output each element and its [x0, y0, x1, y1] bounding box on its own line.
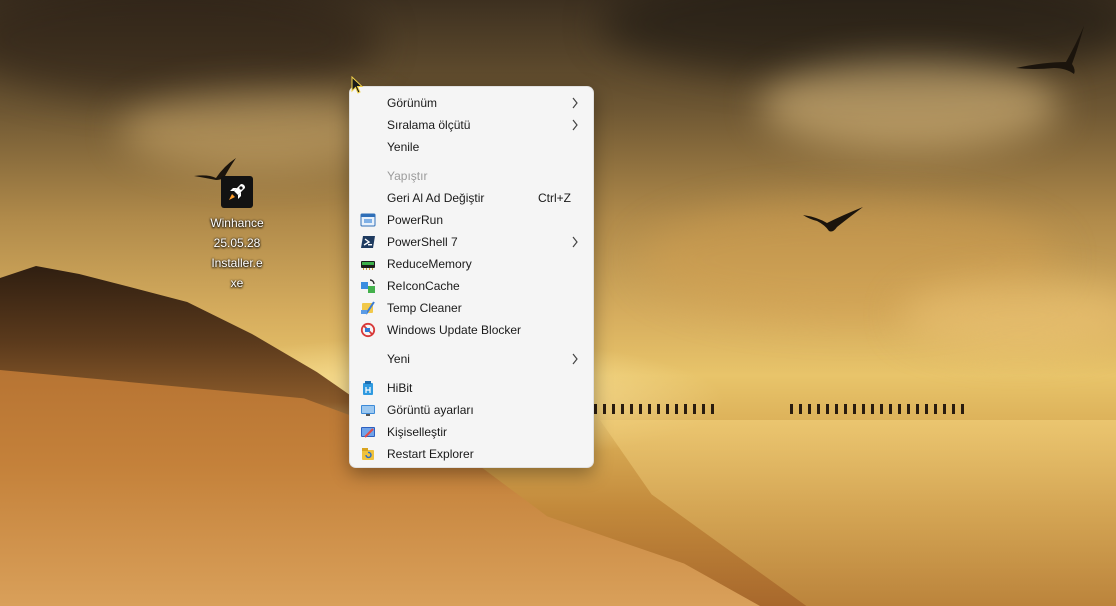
- chevron-right-icon: [572, 353, 578, 365]
- menu-item-restart-explorer[interactable]: Restart Explorer: [354, 443, 589, 465]
- desktop-file-label: Winhance 25.05.28 Installer.e xe: [210, 216, 264, 290]
- chevron-right-icon: [572, 119, 578, 131]
- pier-posts: [594, 400, 974, 416]
- menu-item-powershell-7[interactable]: PowerShell 7: [354, 231, 589, 253]
- restart-explorer-icon: [362, 448, 374, 460]
- menu-item-windows-update-blocker[interactable]: Windows Update Blocker: [354, 319, 589, 341]
- desktop-file-winhance-installer[interactable]: Winhance 25.05.28 Installer.e xe: [200, 176, 274, 293]
- menu-item-display-settings[interactable]: Görüntü ayarları: [354, 399, 589, 421]
- desktop-context-menu: Görünüm Sıralama ölçütü Yenile Yapıştır …: [349, 86, 594, 468]
- menu-item-sort-by[interactable]: Sıralama ölçütü: [354, 114, 589, 136]
- personalize-icon: [361, 427, 375, 438]
- menu-item-undo-rename[interactable]: Geri Al Ad Değiştir Ctrl+Z: [354, 187, 589, 209]
- menu-item-hibit[interactable]: HiBit: [354, 377, 589, 399]
- chevron-right-icon: [572, 97, 578, 109]
- menu-item-refresh[interactable]: Yenile: [354, 136, 589, 158]
- menu-item-view[interactable]: Görünüm: [354, 92, 589, 114]
- menu-item-temp-cleaner[interactable]: Temp Cleaner: [354, 297, 589, 319]
- icon-cache-icon: [361, 279, 375, 293]
- display-settings-icon: [361, 405, 375, 416]
- menu-item-reducememory[interactable]: ReduceMemory: [354, 253, 589, 275]
- memory-icon: [361, 261, 375, 270]
- menu-item-new[interactable]: Yeni: [354, 348, 589, 370]
- seagull-icon: [803, 207, 863, 232]
- update-blocker-icon: [360, 322, 376, 338]
- powerrun-icon: [360, 213, 376, 227]
- menu-item-paste: Yapıştır: [387, 169, 428, 183]
- rocket-icon: [221, 176, 253, 208]
- temp-cleaner-icon: [361, 301, 375, 315]
- powershell-icon: [361, 236, 375, 248]
- menu-item-reiconcache[interactable]: ReIconCache: [354, 275, 589, 297]
- seagull-icon: [1016, 26, 1084, 74]
- hibit-icon: [363, 381, 373, 395]
- menu-item-personalize[interactable]: Kişiselleştir: [354, 421, 589, 443]
- mouse-cursor-icon: [351, 76, 364, 94]
- menu-item-powerrun[interactable]: PowerRun: [354, 209, 589, 231]
- chevron-right-icon: [572, 236, 578, 248]
